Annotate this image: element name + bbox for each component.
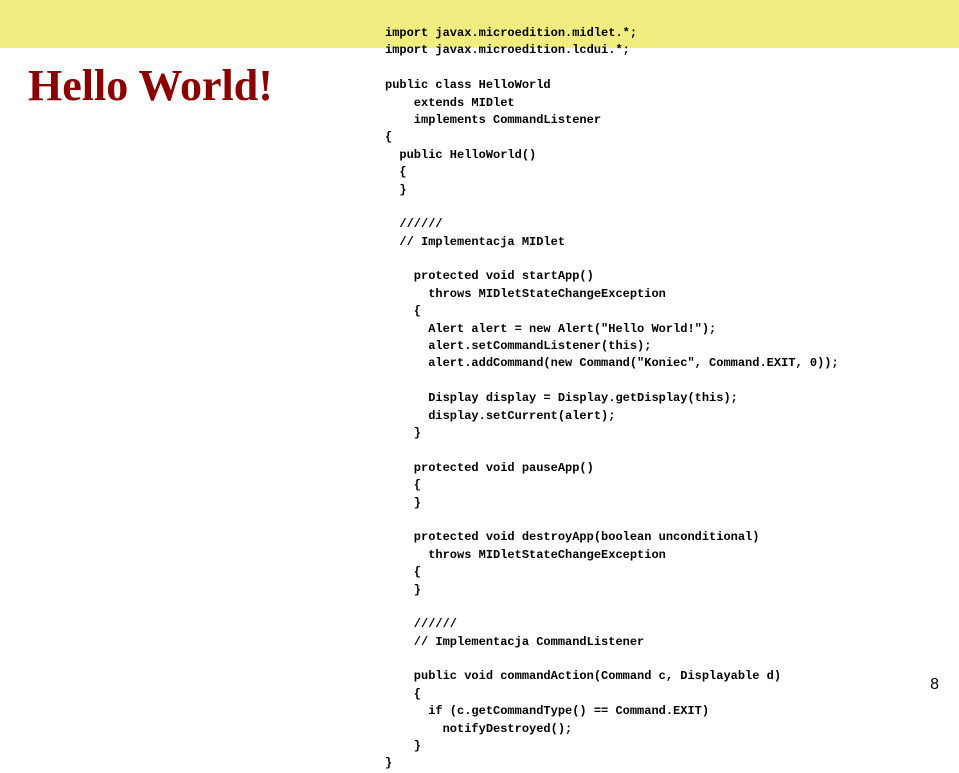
code-listing: import javax.microedition.midlet.*; impo…: [385, 25, 925, 773]
page-number: 8: [930, 676, 939, 694]
slide-title: Hello World!: [28, 60, 273, 111]
